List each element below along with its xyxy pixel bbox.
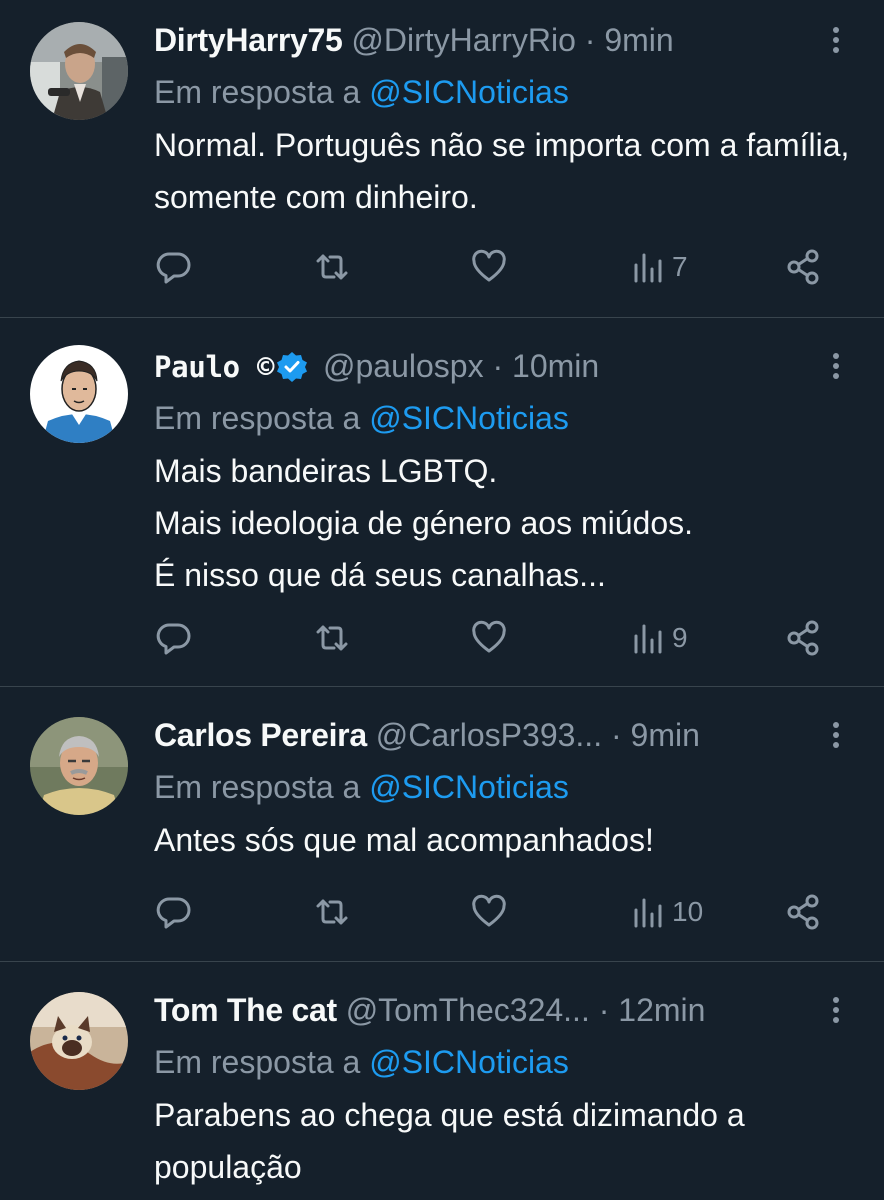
retweet-button[interactable] [312, 890, 352, 934]
timestamp[interactable]: 9min [631, 717, 700, 753]
more-icon[interactable] [826, 721, 846, 749]
views-count: 10 [672, 896, 704, 927]
display-name[interactable]: Carlos Pereira [154, 717, 367, 753]
reply-mention-link[interactable]: @SICNoticias [369, 74, 569, 110]
user-handle[interactable]: @TomThec324... [346, 992, 590, 1028]
avatar-photo [30, 992, 128, 1090]
more-icon[interactable] [826, 26, 846, 54]
avatar-photo [30, 345, 128, 443]
tweet[interactable]: Paulo © @paulospx · 10min Em resposta a … [0, 318, 884, 687]
reply-button[interactable] [154, 616, 194, 660]
reply-icon [156, 897, 191, 929]
tweet-actions: 10 [154, 890, 844, 934]
reply-prefix: Em resposta a [154, 74, 361, 110]
tweet[interactable]: DirtyHarry75 @DirtyHarryRio · 9min Em re… [0, 0, 884, 318]
views-icon [634, 624, 662, 654]
timestamp[interactable]: 10min [512, 348, 599, 384]
display-name[interactable]: DirtyHarry75 [154, 22, 343, 58]
avatar-photo [30, 22, 128, 120]
tweet-actions: 7 [154, 245, 844, 289]
verified-badge-icon [276, 351, 308, 383]
views-icon [634, 253, 662, 283]
reply-mention-link[interactable]: @SICNoticias [369, 400, 569, 436]
retweet-icon [316, 625, 348, 651]
reply-icon [156, 252, 191, 284]
retweet-icon [316, 254, 348, 280]
tweet[interactable]: Tom The cat @TomThec324... · 12min Em re… [0, 962, 884, 1200]
reply-button[interactable] [154, 245, 194, 289]
user-handle[interactable]: @paulospx [323, 348, 484, 384]
avatar[interactable] [30, 717, 128, 815]
share-icon [787, 620, 819, 656]
tweet-text: Parabens ao chega que está dizimando a p… [154, 1097, 745, 1185]
reply-icon [156, 623, 191, 655]
views-icon [634, 898, 662, 928]
reply-prefix: Em resposta a [154, 769, 361, 805]
tweet-header: DirtyHarry75 @DirtyHarryRio · 9min [154, 18, 674, 62]
avatar[interactable] [30, 22, 128, 120]
replies-timeline: DirtyHarry75 @DirtyHarryRio · 9min Em re… [0, 0, 884, 1200]
retweet-button[interactable] [312, 245, 352, 289]
reply-context: Em resposta a @SICNoticias [154, 71, 569, 113]
timestamp[interactable]: 12min [618, 992, 705, 1028]
display-name[interactable]: Tom The cat [154, 992, 337, 1028]
like-button[interactable] [469, 616, 509, 660]
reply-button[interactable] [154, 890, 194, 934]
like-icon [472, 249, 506, 282]
separator-dot: · [610, 717, 622, 753]
retweet-button[interactable] [312, 616, 352, 660]
display-name[interactable]: Paulo © [154, 350, 274, 384]
like-button[interactable] [469, 245, 509, 289]
tweet-actions: 9 [154, 616, 844, 660]
reply-mention-link[interactable]: @SICNoticias [369, 769, 569, 805]
reply-prefix: Em resposta a [154, 1044, 361, 1080]
views-count: 9 [672, 622, 688, 653]
reply-mention-link[interactable]: @SICNoticias [369, 1044, 569, 1080]
separator-dot: · [492, 348, 504, 384]
tweet[interactable]: Carlos Pereira @CarlosP393... · 9min Em … [0, 687, 884, 962]
separator-dot: · [598, 992, 610, 1028]
reply-context: Em resposta a @SICNoticias [154, 397, 569, 439]
like-button[interactable] [469, 890, 509, 934]
user-handle[interactable]: @DirtyHarryRio [351, 22, 575, 58]
tweet-header: Carlos Pereira @CarlosP393... · 9min [154, 713, 700, 757]
more-icon[interactable] [826, 996, 846, 1024]
retweet-icon [316, 899, 348, 925]
tweet-header: Tom The cat @TomThec324... · 12min [154, 988, 705, 1032]
views-button[interactable]: 9 [628, 616, 688, 660]
tweet-text: Mais bandeiras LGBTQ. Mais ideologia de … [154, 453, 693, 593]
avatar[interactable] [30, 992, 128, 1090]
reply-context: Em resposta a @SICNoticias [154, 766, 569, 808]
share-button[interactable] [784, 890, 824, 934]
tweet-header: Paulo © @paulospx · 10min [154, 344, 599, 388]
user-handle[interactable]: @CarlosP393... [376, 717, 602, 753]
avatar[interactable] [30, 345, 128, 443]
share-icon [787, 894, 819, 930]
more-icon[interactable] [826, 352, 846, 380]
views-count: 7 [672, 251, 688, 282]
views-button[interactable]: 7 [628, 245, 688, 289]
share-icon [787, 249, 819, 285]
views-button[interactable]: 10 [628, 890, 703, 934]
share-button[interactable] [784, 616, 824, 660]
timestamp[interactable]: 9min [604, 22, 673, 58]
like-icon [472, 894, 506, 927]
avatar-photo [30, 717, 128, 815]
share-button[interactable] [784, 245, 824, 289]
reply-prefix: Em resposta a [154, 400, 361, 436]
tweet-text: Normal. Português não se importa com a f… [154, 127, 850, 215]
like-icon [472, 620, 506, 653]
reply-context: Em resposta a @SICNoticias [154, 1041, 569, 1083]
tweet-text: Antes sós que mal acompanhados! [154, 822, 654, 858]
separator-dot: · [584, 22, 596, 58]
